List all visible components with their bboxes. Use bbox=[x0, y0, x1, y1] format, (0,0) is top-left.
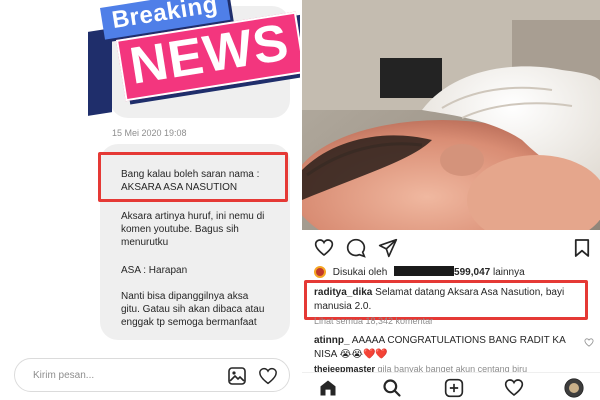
message-timestamp: 15 Mei 2020 19:08 bbox=[112, 128, 187, 138]
home-icon[interactable] bbox=[318, 378, 338, 398]
caption-highlight-box bbox=[304, 280, 588, 320]
likes-line[interactable]: Disukai oleh 599,047 lainnya bbox=[314, 266, 525, 278]
likes-count: 599,047 bbox=[454, 267, 491, 278]
message-line: gitu. Gatau sih akan dibaca atau bbox=[121, 304, 265, 315]
bottom-nav bbox=[302, 372, 600, 400]
news-shadow-block bbox=[88, 28, 112, 116]
redacted-username bbox=[394, 266, 455, 276]
like-heart-icon[interactable] bbox=[314, 238, 334, 257]
message-line: Aksara artinya huruf, ini nemu di bbox=[121, 211, 265, 222]
post-photo[interactable] bbox=[302, 0, 600, 230]
message-line: Nanti bisa dipanggilnya aksa bbox=[121, 291, 249, 302]
likes-suffix: lainnya bbox=[492, 267, 525, 278]
bookmark-icon[interactable] bbox=[574, 238, 590, 258]
activity-icon[interactable] bbox=[504, 378, 524, 397]
breaking-news-graphic: Breaking NEWS bbox=[86, 0, 300, 118]
message-input-placeholder: Kirim pesan... bbox=[33, 370, 95, 381]
message-line: menurutku bbox=[121, 237, 169, 248]
comment-username[interactable]: atinnp_ bbox=[314, 335, 350, 346]
comment-icon[interactable] bbox=[346, 238, 366, 258]
dm-panel: ube subscribe tuber Breaking NEWS 15 Mei… bbox=[0, 0, 300, 400]
heart-icon[interactable] bbox=[258, 367, 278, 385]
post-actions bbox=[302, 234, 600, 262]
message-input[interactable]: Kirim pesan... bbox=[14, 358, 290, 392]
search-icon[interactable] bbox=[382, 378, 402, 398]
highlight-box bbox=[98, 152, 288, 202]
comment: atinnp_ AAAAA CONGRATULATIONS BANG RADIT… bbox=[314, 334, 574, 362]
likes-prefix: Disukai oleh bbox=[332, 267, 388, 278]
asa-line: ASA : Harapan bbox=[121, 265, 188, 276]
comment-like-icon[interactable] bbox=[584, 338, 594, 347]
add-post-icon[interactable] bbox=[444, 378, 464, 398]
image-icon[interactable] bbox=[227, 366, 247, 386]
profile-avatar[interactable] bbox=[564, 378, 584, 398]
message-line: enggak tp semoga bermanfaat bbox=[121, 317, 257, 328]
post-panel: Disukai oleh 599,047 lainnya raditya_dik… bbox=[300, 0, 600, 400]
message-body: Aksara artinya huruf, ini nemu di komen … bbox=[121, 210, 264, 249]
message-line: komen youtube. Bagus sih bbox=[121, 224, 239, 235]
view-all-comments[interactable]: Lihat semua 18,342 komentar bbox=[314, 316, 433, 326]
send-icon[interactable] bbox=[378, 238, 398, 258]
liker-avatar bbox=[314, 266, 326, 278]
comment-emoji: 😭😭❤️❤️ bbox=[339, 349, 388, 360]
message-closing: Nanti bisa dipanggilnya aksa gitu. Gatau… bbox=[121, 290, 264, 329]
